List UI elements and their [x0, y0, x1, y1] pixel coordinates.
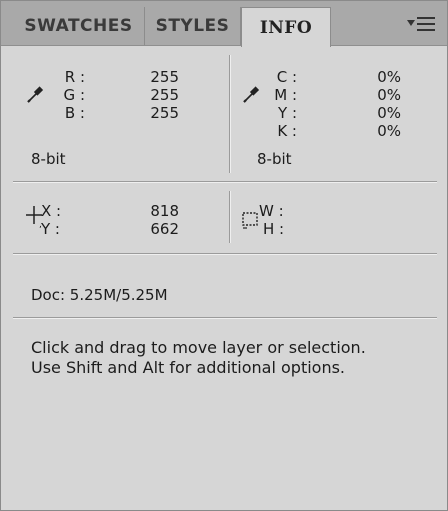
eyedropper-icon[interactable]: [241, 85, 261, 105]
cmyk-y-label: Y :: [278, 104, 297, 122]
section-divider: [13, 253, 437, 255]
rgb-b-label: B :: [64, 104, 85, 122]
cmyk-k-value: 0%: [377, 122, 401, 140]
tool-hint-line-1: Click and drag to move layer or selectio…: [31, 338, 366, 357]
rgb-b-value: 255: [150, 104, 179, 122]
section-divider: [13, 317, 437, 319]
section-divider: [13, 181, 437, 183]
rgb-g-value: 255: [150, 86, 179, 104]
size-h-label: H :: [263, 220, 285, 238]
readout-divider: [229, 55, 231, 173]
cmyk-c-label: C :: [276, 68, 297, 86]
cmyk-c-value: 0%: [377, 68, 401, 86]
cmyk-k-label: K :: [277, 122, 297, 140]
cmyk-y-value: 0%: [377, 104, 401, 122]
info-panel: SWATCHES STYLES INFO R : G : B : 255 255…: [0, 0, 448, 511]
doc-size: Doc: 5.25M/5.25M: [31, 286, 168, 304]
cmyk-m-label: M :: [274, 86, 297, 104]
cmyk-bit-depth: 8-bit: [257, 150, 292, 168]
tab-swatches[interactable]: SWATCHES: [13, 7, 145, 45]
cmyk-m-value: 0%: [377, 86, 401, 104]
rgb-r-value: 255: [150, 68, 179, 86]
panel-menu-icon[interactable]: [407, 15, 437, 33]
eyedropper-icon[interactable]: [25, 85, 45, 105]
rgb-r-label: R :: [64, 68, 85, 86]
position-x-value: 818: [150, 202, 179, 220]
panel-tab-bar: SWATCHES STYLES INFO: [1, 1, 447, 47]
tab-styles[interactable]: STYLES: [145, 7, 241, 45]
rgb-g-label: G :: [63, 86, 85, 104]
size-w-label: W :: [259, 202, 284, 220]
position-size-divider: [229, 191, 231, 243]
position-y-value: 662: [150, 220, 179, 238]
position-y-label: Y :: [41, 220, 60, 238]
position-x-label: X :: [41, 202, 62, 220]
rgb-bit-depth: 8-bit: [31, 150, 66, 168]
tool-hint-line-2: Use Shift and Alt for additional options…: [31, 358, 346, 377]
tab-info[interactable]: INFO: [241, 7, 331, 47]
